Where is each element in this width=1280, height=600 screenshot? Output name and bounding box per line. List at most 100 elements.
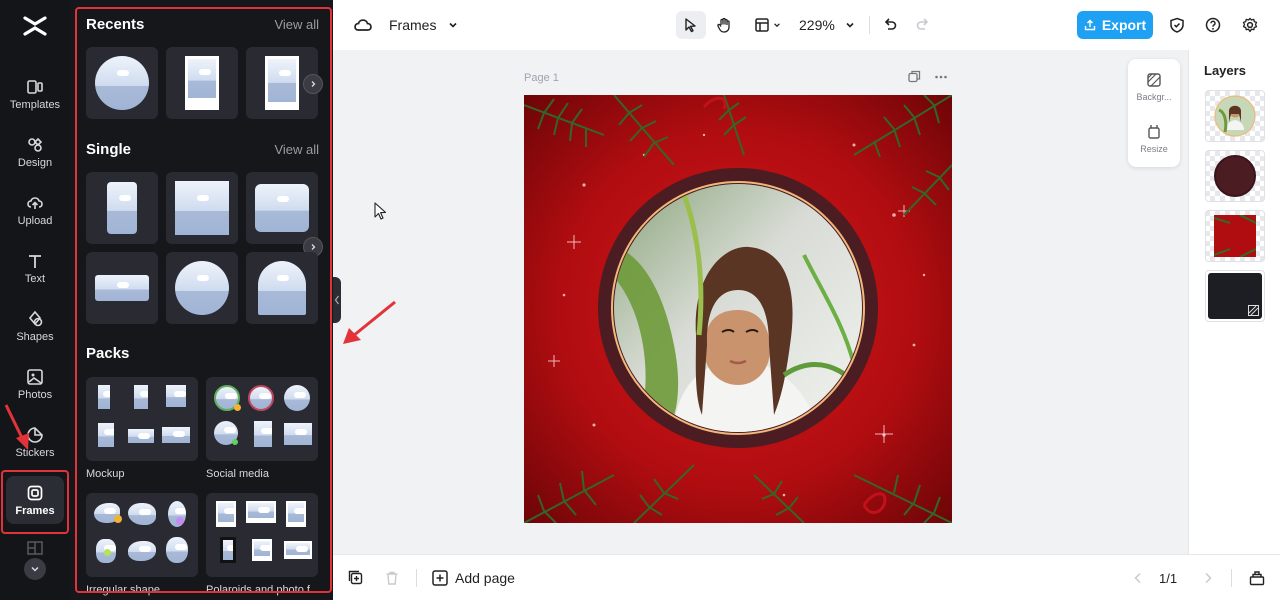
layer-background-image[interactable] — [1205, 210, 1265, 262]
resize-tool-button[interactable]: Resize — [1128, 115, 1180, 163]
delete-page-button[interactable] — [381, 564, 403, 592]
pack-label-polaroids: Polaroids and photo f — [206, 584, 310, 596]
capcut-logo — [23, 16, 47, 36]
layer-dark-background[interactable] — [1205, 270, 1265, 322]
hand-icon — [717, 17, 730, 33]
frame-placeholder — [175, 261, 229, 315]
background-tool-button[interactable]: Backgr... — [1128, 63, 1180, 111]
bottom-bar: Add page 1/1 — [333, 554, 1280, 600]
zoom-level: 229% — [799, 17, 835, 33]
next-page-button[interactable] — [1199, 564, 1217, 592]
bottom-divider — [416, 569, 417, 587]
app-root: Templates Design Upload Text Shapes Phot… — [0, 0, 1280, 600]
annotation-arrow-panel — [343, 300, 396, 344]
pack-mockup[interactable] — [86, 377, 198, 461]
settings-button[interactable] — [1236, 11, 1264, 39]
rail-label-text: Text — [24, 272, 46, 285]
layer-dark-thumb — [1208, 273, 1262, 319]
page-more-button[interactable] — [934, 70, 950, 84]
layer-circle-thumb — [1214, 155, 1256, 197]
prev-page-button[interactable] — [1129, 564, 1147, 592]
page-label: Page 1 — [524, 72, 559, 84]
single-frame-phone[interactable] — [86, 172, 158, 244]
export-button[interactable]: Export — [1077, 11, 1153, 39]
left-rail: Templates Design Upload Text Shapes Phot… — [0, 0, 70, 600]
top-bar: Frames 229% Export — [333, 0, 1280, 50]
single-frame-circle[interactable] — [166, 252, 238, 324]
rail-label-photos: Photos — [17, 388, 53, 401]
background-icon — [1248, 305, 1259, 316]
rail-more-button[interactable] — [24, 558, 46, 580]
recent-frame-polaroid[interactable] — [166, 47, 238, 119]
shield-button[interactable] — [1163, 11, 1191, 39]
single-frame-arch[interactable] — [246, 252, 318, 324]
resize-icon — [1148, 125, 1160, 139]
background-icon — [1147, 73, 1161, 87]
layer-photo-thumb — [1214, 95, 1256, 137]
layer-circle-frame[interactable] — [1205, 150, 1265, 202]
text-icon — [29, 254, 41, 268]
pack-social-media[interactable] — [206, 377, 318, 461]
hand-tool-button[interactable] — [709, 11, 739, 39]
recents-view-all[interactable]: View all — [274, 17, 319, 32]
frames-panel: Recents View all Single View all Packs M… — [70, 0, 333, 600]
pack-irregular-shape[interactable] — [86, 493, 198, 577]
pack-label-mockup: Mockup — [86, 468, 125, 480]
single-frame-landscape[interactable] — [86, 252, 158, 324]
chevron-down-icon — [31, 566, 39, 572]
shield-icon — [1170, 17, 1184, 33]
annotation-arrow-rail — [4, 404, 29, 450]
chevron-down-icon — [773, 23, 780, 28]
export-label: Export — [1101, 17, 1147, 33]
pages-panel-button[interactable] — [1245, 564, 1269, 592]
cursor-icon — [685, 18, 696, 33]
cloud-sync-icon[interactable] — [353, 11, 373, 39]
gear-icon — [1242, 17, 1258, 33]
photos-icon — [27, 368, 43, 385]
frame-placeholder — [95, 275, 149, 301]
pack-polaroids[interactable] — [206, 493, 318, 577]
layer-photo[interactable] — [1205, 90, 1265, 142]
canvas-area[interactable]: Page 1 Backgr... Resize — [333, 50, 1188, 554]
undo-icon — [884, 18, 897, 30]
chevron-down-icon — [846, 22, 854, 28]
copy-icon — [908, 70, 921, 83]
help-button[interactable] — [1199, 11, 1227, 39]
single-view-all[interactable]: View all — [274, 142, 319, 157]
rail-item-text[interactable]: Text — [0, 242, 70, 294]
christmas-frame-design[interactable] — [524, 95, 952, 523]
rail-item-design[interactable]: Design — [0, 126, 70, 178]
add-frame-button[interactable] — [345, 564, 367, 592]
single-frame-rounded[interactable] — [246, 172, 318, 244]
add-page-icon — [432, 570, 448, 586]
layout-icon — [27, 541, 43, 555]
bottom-divider-right — [1231, 569, 1232, 587]
background-tool-label: Backgr... — [1136, 92, 1172, 102]
rail-label-upload: Upload — [17, 214, 53, 227]
frame-placeholder — [107, 182, 137, 234]
rail-item-upload[interactable]: Upload — [0, 184, 70, 236]
rail-item-frames[interactable]: Frames — [6, 476, 64, 524]
rail-label-templates: Templates — [9, 98, 61, 111]
toolbar-divider — [869, 16, 870, 34]
undo-button[interactable] — [878, 11, 902, 39]
select-tool-button[interactable] — [676, 11, 706, 39]
recents-next-button[interactable] — [303, 74, 323, 94]
duplicate-page-button[interactable] — [908, 70, 922, 84]
add-page-button[interactable]: Add page — [431, 564, 515, 592]
rail-item-shapes[interactable]: Shapes — [0, 300, 70, 352]
layout-menu-button[interactable] — [750, 11, 784, 39]
zoom-dropdown[interactable]: 229% — [799, 11, 855, 39]
trash-icon — [386, 571, 398, 585]
single-frame-square[interactable] — [166, 172, 238, 244]
chevron-down-icon — [449, 22, 458, 28]
project-name-dropdown[interactable]: Frames — [389, 11, 458, 39]
recent-frame-circle[interactable] — [86, 47, 158, 119]
add-layer-icon — [348, 570, 363, 585]
frame-placeholder — [255, 184, 309, 232]
chevron-left-icon — [1134, 572, 1141, 584]
rail-item-templates[interactable]: Templates — [0, 68, 70, 120]
redo-button[interactable] — [911, 11, 935, 39]
layer-background-thumb — [1214, 215, 1256, 257]
frame-placeholder — [258, 261, 306, 315]
